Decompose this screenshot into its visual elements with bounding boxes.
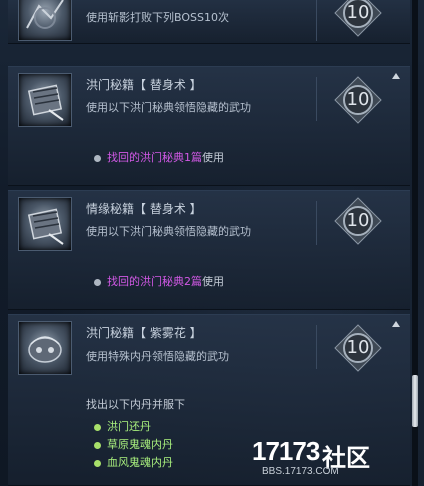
requirement-suffix: 使用: [202, 151, 224, 164]
requirement-item: 洪门还丹: [107, 420, 151, 433]
divider: [316, 0, 317, 41]
medal-points: 10: [346, 210, 370, 231]
requirement-line: 血风鬼魂内丹: [94, 454, 173, 470]
achievement-panel: 使用斩影打败下列BOSS10次 10 洪门秘籍【 替身术 】 使用以下洪门秘典领…: [0, 0, 424, 486]
requirement-suffix: 使用: [202, 275, 224, 288]
achievement-description: 使用特殊内丹领悟隐藏的武功: [86, 350, 229, 363]
inner-pill-icon: [28, 336, 62, 363]
requirement-item: 找回的洪门秘典1篇: [107, 151, 202, 164]
watermark-url: BBS.17173.COM: [262, 466, 339, 477]
achievement-title: 洪门秘籍【 替身术 】: [86, 78, 202, 92]
medal-badge-icon: 10: [334, 197, 382, 245]
divider: [316, 77, 317, 121]
medal-points: 10: [346, 337, 370, 358]
requirement-line: 找回的洪门秘典1篇使用: [94, 149, 224, 165]
medal-badge-icon: 10: [334, 76, 382, 124]
requirement-line: 找回的洪门秘典2篇使用: [94, 273, 224, 289]
martial-arts-book-icon: [27, 208, 64, 245]
requirement-item: 找回的洪门秘典2篇: [107, 275, 202, 288]
divider: [316, 325, 317, 369]
achievement-description: 使用以下洪门秘典领悟隐藏的武功: [86, 225, 251, 238]
bullet-icon: [94, 441, 101, 449]
achievement-thumbnail: [18, 197, 72, 251]
achievement-thumbnail: [18, 321, 72, 375]
medal-badge-icon: 10: [334, 324, 382, 372]
requirement-item: 血风鬼魂内丹: [107, 456, 173, 469]
bullet-icon: [94, 423, 101, 431]
bullet-icon: [94, 278, 101, 286]
martial-arts-book-icon: [27, 84, 64, 121]
medal-points: 10: [346, 2, 370, 23]
bullet-icon: [94, 459, 101, 467]
collapse-arrow-icon[interactable]: [392, 73, 400, 79]
requirement-line: 洪门还丹: [94, 418, 151, 434]
achievement-title: 情缘秘籍【 替身术 】: [86, 202, 202, 216]
achievement-description: 使用以下洪门秘典领悟隐藏的武功: [86, 101, 251, 114]
requirement-line: 草原鬼魂内丹: [94, 436, 173, 452]
divider: [316, 201, 317, 245]
bullet-icon: [94, 154, 101, 162]
requirement-heading: 找出以下内丹并服下: [86, 398, 185, 411]
achievement-thumbnail: [18, 73, 72, 127]
achievement-entry-1[interactable]: 洪门秘籍【 替身术 】 使用以下洪门秘典领悟隐藏的武功 10 找回的洪门秘典1篇…: [8, 66, 410, 186]
achievement-entry-2[interactable]: 情缘秘籍【 替身术 】 使用以下洪门秘典领悟隐藏的武功 10 找回的洪门秘典2篇…: [8, 190, 410, 310]
medal-badge-icon: 10: [334, 0, 382, 37]
medal-points: 10: [346, 89, 370, 110]
achievement-entry-0[interactable]: 使用斩影打败下列BOSS10次 10: [8, 0, 410, 44]
achievement-description: 使用斩影打败下列BOSS10次: [86, 11, 229, 24]
watermark-logo-number: 17173: [252, 436, 320, 466]
scrollbar-thumb[interactable]: [412, 375, 418, 427]
boss-portrait-icon: [26, 0, 64, 29]
collapse-arrow-icon[interactable]: [392, 321, 400, 327]
achievement-thumbnail: [18, 0, 72, 41]
achievement-title: 洪门秘籍【 紫雾花 】: [86, 326, 202, 340]
site-watermark: 17173 社区 BBS.17173.COM: [252, 436, 412, 480]
requirement-item: 草原鬼魂内丹: [107, 438, 173, 451]
